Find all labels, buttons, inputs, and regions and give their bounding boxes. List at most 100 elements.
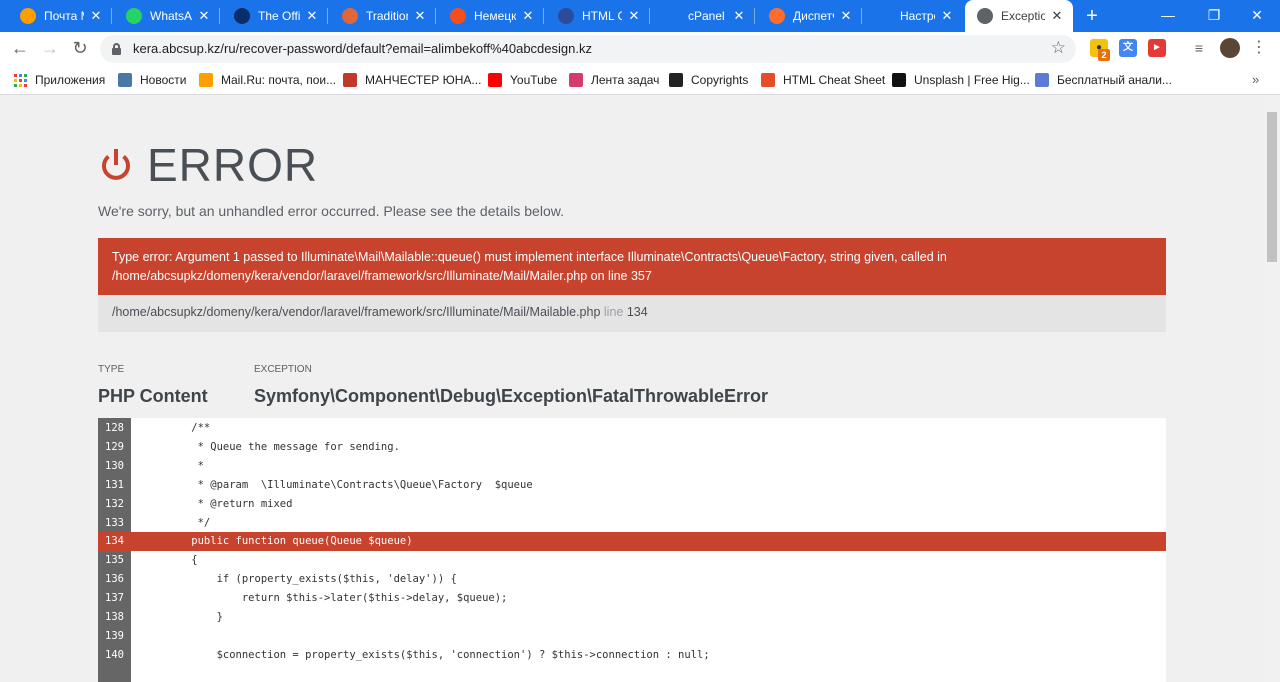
browser-tab[interactable]: Tradition ✕: [330, 0, 436, 32]
tab-title: Немецка: [474, 9, 516, 23]
bookmark-label: Новости: [140, 73, 187, 87]
tab-separator: [861, 8, 862, 24]
code-line: 131 * @param \Illuminate\Contracts\Queue…: [98, 476, 1166, 495]
figma-icon: [450, 8, 466, 24]
browser-tab[interactable]: WhatsAp ✕: [114, 0, 220, 32]
tab-separator: [649, 8, 650, 24]
page-content: ERROR We're sorry, but an unhandled erro…: [0, 96, 1264, 682]
forward-button[interactable]: →: [38, 37, 62, 61]
close-tab-icon[interactable]: ✕: [731, 8, 747, 24]
tab-title: HTML Cl: [582, 9, 622, 23]
g-icon: [342, 8, 358, 24]
code-line: 136 if (property_exists($this, 'delay'))…: [98, 570, 1166, 589]
reading-list-icon[interactable]: ≡: [1190, 39, 1208, 57]
tasks-icon: [569, 73, 583, 87]
back-button[interactable]: ←: [8, 37, 32, 61]
close-tab-icon[interactable]: ✕: [304, 8, 320, 24]
close-tab-icon[interactable]: ✕: [520, 8, 536, 24]
bookmark-item[interactable]: Приложения: [14, 72, 105, 88]
bookmark-label: Unsplash | Free Hig...: [914, 73, 1030, 87]
bookmark-item[interactable]: Unsplash | Free Hig...: [892, 72, 1030, 88]
bookmark-star-icon[interactable]: ☆: [1051, 38, 1066, 58]
browser-tab[interactable]: Диспетч ✕: [757, 0, 862, 32]
youtube-icon: [488, 73, 502, 87]
menu-icon[interactable]: ⋮: [1251, 38, 1267, 58]
code-text: {: [166, 554, 198, 567]
new-tab-button[interactable]: +: [1082, 6, 1102, 26]
line-number: 128: [105, 422, 124, 434]
line-number: 132: [105, 497, 124, 510]
tab-title: WhatsAp: [150, 9, 192, 23]
code-text: /**: [166, 422, 211, 434]
tab-separator: [435, 8, 436, 24]
tab-title: Tradition: [366, 9, 408, 23]
close-tab-icon[interactable]: ✕: [1049, 8, 1065, 24]
browser-tab[interactable]: Немецка ✕: [438, 0, 544, 32]
code-line: 135 {: [98, 551, 1166, 570]
line-number: 129: [105, 440, 124, 453]
bookmark-item[interactable]: Copyrights: [669, 72, 748, 88]
error-file-path: /home/abcsupkz/domeny/kera/vendor/larave…: [112, 305, 601, 319]
whatsapp-icon: [126, 8, 142, 24]
reload-button[interactable]: ↻: [68, 37, 92, 61]
code-text: * @return mixed: [166, 497, 293, 510]
line-number: 140: [105, 648, 124, 661]
close-tab-icon[interactable]: ✕: [939, 8, 955, 24]
close-tab-icon[interactable]: ✕: [196, 8, 212, 24]
more-bookmarks-icon[interactable]: »: [1252, 72, 1259, 87]
browser-tab[interactable]: cPanel - I ✕: [652, 0, 755, 32]
code-snippet: 128 /** 129 * Queue the message for sendi…: [98, 418, 1166, 682]
translate-extension-icon[interactable]: 文: [1119, 39, 1137, 57]
line-number: 137: [105, 592, 124, 605]
code-text: if (property_exists($this, 'delay')) {: [166, 573, 457, 586]
address-bar[interactable]: kera.abcsup.kz/ru/recover-password/defau…: [100, 35, 1076, 63]
close-tab-icon[interactable]: ✕: [412, 8, 428, 24]
bookmark-item[interactable]: HTML Cheat Sheet: [761, 72, 885, 88]
profile-avatar[interactable]: [1220, 38, 1240, 58]
url-text[interactable]: kera.abcsup.kz/ru/recover-password/defau…: [133, 41, 592, 56]
mu-icon: [343, 73, 357, 87]
close-tab-icon[interactable]: ✕: [626, 8, 642, 24]
trello-icon: [669, 73, 683, 87]
tab-title: cPanel - I: [688, 9, 727, 23]
bookmark-item[interactable]: Новости: [118, 72, 186, 88]
minimize-button[interactable]: —: [1145, 0, 1191, 32]
scrollbar-thumb[interactable]: [1267, 112, 1277, 262]
tab-title: Настрой: [900, 9, 935, 23]
browser-tab[interactable]: Настрой ✕: [864, 0, 963, 32]
bookmark-item[interactable]: МАНЧЕСТЕР ЮНА...: [343, 72, 481, 88]
tab-title: The Offic: [258, 9, 300, 23]
code-text: $connection = property_exists($this, 'co…: [166, 648, 710, 661]
restore-button[interactable]: ❐: [1191, 0, 1237, 32]
code-line: 128 /**: [98, 419, 1166, 438]
bookmark-item[interactable]: YouTube: [488, 72, 557, 88]
close-window-button[interactable]: ✕: [1234, 0, 1280, 32]
unsplash-icon: [892, 73, 906, 87]
bookmark-item[interactable]: Лента задач: [569, 72, 659, 88]
tab-separator: [219, 8, 220, 24]
error-message-box: Type error: Argument 1 passed to Illumin…: [98, 238, 1166, 295]
lock-icon[interactable]: [112, 43, 121, 55]
page-scrollbar[interactable]: [1264, 96, 1280, 682]
error-message-line: /home/abcsupkz/domeny/kera/vendor/larave…: [112, 269, 652, 283]
code-line: 139: [98, 627, 1166, 646]
close-tab-icon[interactable]: ✕: [838, 8, 854, 24]
video-extension-icon[interactable]: ►: [1148, 39, 1166, 57]
browser-tab[interactable]: The Offic ✕: [222, 0, 328, 32]
bookmark-item[interactable]: Mail.Ru: почта, пои...: [199, 72, 336, 88]
code-text: return $this->later($this->delay, $queue…: [166, 592, 508, 605]
power-icon: [102, 149, 130, 180]
bookmark-label: Copyrights: [691, 73, 749, 87]
code-text: *: [166, 459, 204, 472]
bookmark-item[interactable]: Бесплатный анали...: [1035, 72, 1172, 88]
close-tab-icon[interactable]: ✕: [88, 8, 104, 24]
extension-badge: 2: [1098, 49, 1110, 61]
error-line-word: line: [603, 305, 624, 319]
bookmark-label: Бесплатный анали...: [1057, 73, 1172, 87]
browser-tab[interactable]: HTML Cl ✕: [546, 0, 650, 32]
browser-tab[interactable]: Exception ✕: [965, 0, 1073, 32]
line-number: 134: [98, 532, 131, 552]
browser-tab[interactable]: Почта M ✕: [8, 0, 112, 32]
code-text: * Queue the message for sending.: [166, 440, 400, 453]
bookmark-label: МАНЧЕСТЕР ЮНА...: [365, 73, 482, 87]
